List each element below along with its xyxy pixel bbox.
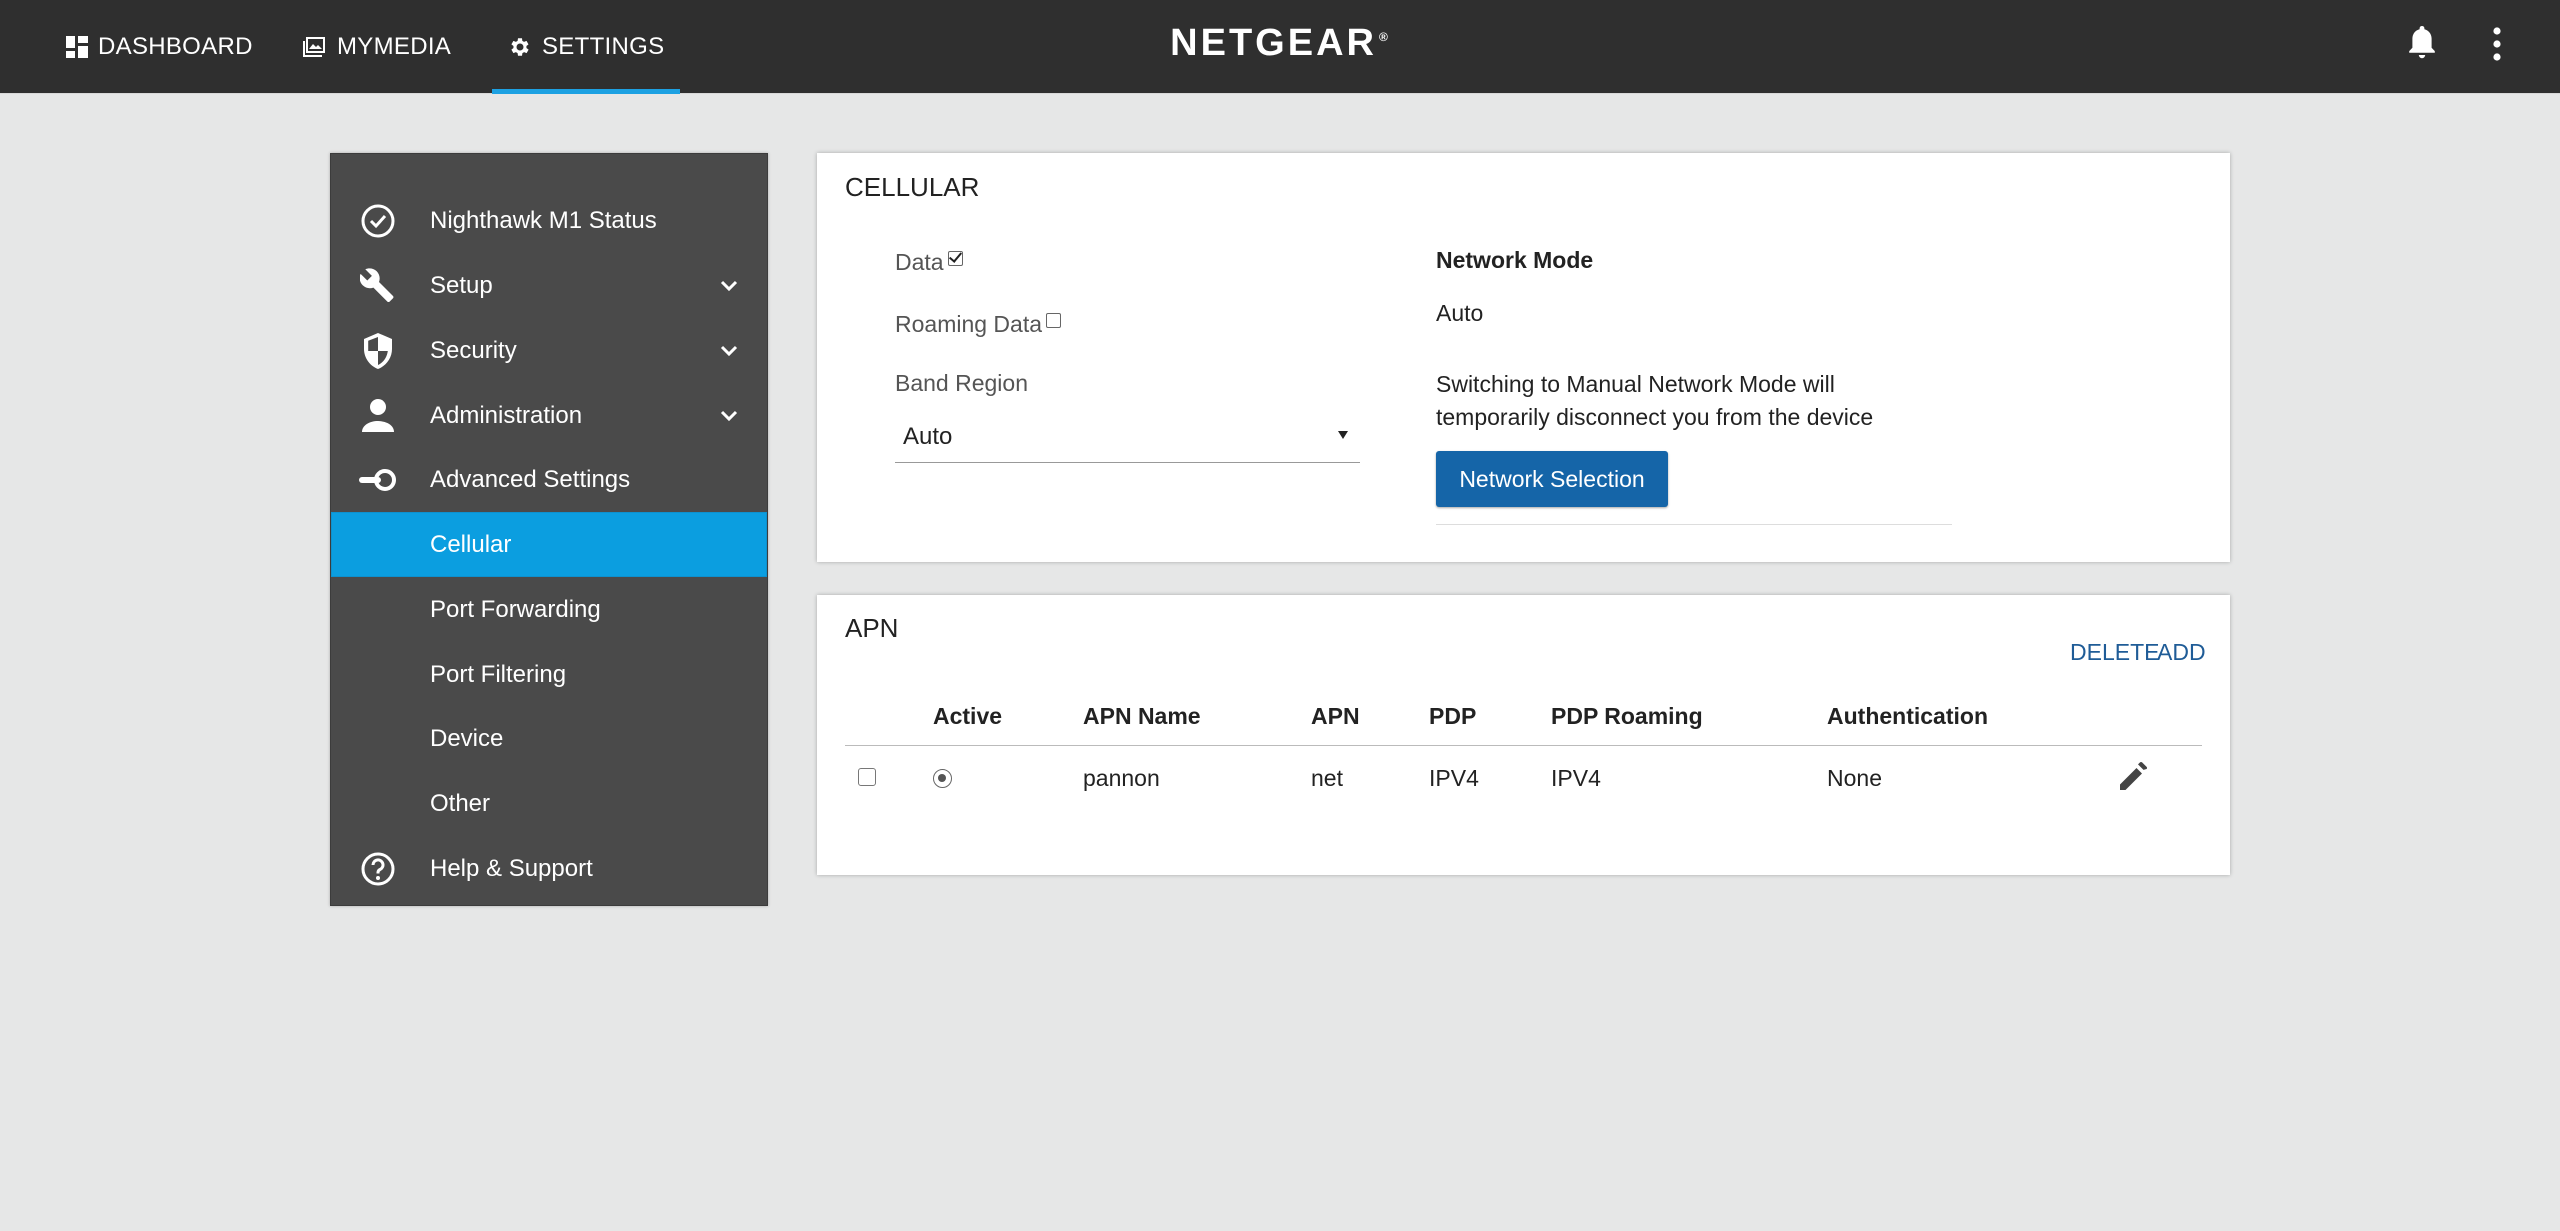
person-icon — [359, 397, 397, 435]
sidebar-item-administration[interactable]: Administration — [331, 383, 767, 448]
network-selection-button[interactable]: Network Selection — [1436, 451, 1668, 507]
sidebar-item-label: Other — [430, 789, 491, 817]
sidebar-item-device[interactable]: Device — [331, 706, 767, 771]
tab-dashboard[interactable]: DASHBOARD — [66, 0, 253, 94]
sidebar-item-advanced-settings[interactable]: Advanced Settings — [331, 447, 767, 512]
sidebar-item-label: Security — [430, 336, 517, 364]
sidebar-item-label: Nighthawk M1 Status — [430, 206, 657, 234]
add-apn-link[interactable]: ADD — [2157, 639, 2206, 666]
col-header-active[interactable]: Active — [933, 703, 1002, 730]
toggle-icon — [359, 461, 397, 499]
sidebar-item-label: Administration — [430, 401, 583, 429]
sidebar-item-label: Advanced Settings — [430, 465, 631, 493]
row-select-checkbox[interactable] — [858, 768, 876, 786]
network-mode-warning-line1: Switching to Manual Network Mode will — [1436, 371, 1835, 397]
cell-pdp: IPV4 — [1429, 765, 1479, 791]
sidebar-item-setup[interactable]: Setup — [331, 253, 767, 318]
apn-panel — [817, 595, 2230, 875]
chevron-down-icon[interactable] — [717, 404, 741, 428]
dropdown-arrow-icon — [1338, 431, 1348, 439]
settings-sidebar: Nighthawk M1 Status Setup Security Admin… — [330, 153, 768, 906]
table-header-divider — [845, 745, 2202, 746]
brand-mark: ® — [1378, 30, 1388, 44]
wrench-icon — [359, 267, 397, 305]
apn-title: APN — [845, 613, 899, 643]
band-region-value: Auto — [903, 423, 953, 450]
col-header-apn-name[interactable]: APN Name — [1083, 703, 1201, 730]
tab-settings[interactable]: SETTINGS — [491, 0, 681, 94]
check-circle-icon — [359, 202, 397, 240]
sidebar-item-other[interactable]: Other — [331, 771, 767, 836]
dashboard-icon — [66, 36, 88, 58]
tab-dashboard-label: DASHBOARD — [98, 33, 253, 60]
top-nav-bar: DASHBOARD MYMEDIA SETTINGS NETGEAR ® — [0, 0, 2560, 94]
more-vert-icon[interactable] — [2490, 26, 2504, 62]
bell-icon[interactable] — [2406, 26, 2438, 62]
data-toggle[interactable]: Data — [895, 249, 963, 276]
col-header-authentication[interactable]: Authentication — [1827, 703, 1988, 730]
network-mode-warning-line2: temporarily disconnect you from the devi… — [1436, 404, 1874, 430]
band-region-label: Band Region — [895, 370, 1028, 396]
cellular-title: CELLULAR — [845, 172, 980, 202]
cell-pdp-roaming: IPV4 — [1551, 765, 1601, 791]
netgear-logo: NETGEAR ® — [1168, 18, 1390, 68]
cell-authentication: None — [1827, 765, 1882, 791]
sidebar-item-cellular[interactable]: Cellular — [331, 512, 767, 577]
tab-mymedia[interactable]: MYMEDIA — [303, 0, 451, 94]
cell-apn: net — [1311, 765, 1343, 791]
cell-apn-name: pannon — [1083, 765, 1160, 791]
network-mode-label: Network Mode — [1436, 247, 1594, 273]
sidebar-item-status[interactable]: Nighthawk M1 Status — [331, 188, 767, 253]
edit-pencil-icon[interactable] — [2117, 760, 2149, 792]
band-region-select[interactable]: Auto — [895, 405, 1360, 463]
sidebar-item-help-support[interactable]: Help & Support — [331, 836, 767, 901]
col-header-pdp-roaming[interactable]: PDP Roaming — [1551, 703, 1703, 730]
brand-name: NETGEAR — [1170, 21, 1377, 64]
sidebar-item-label: Help & Support — [430, 854, 593, 882]
sidebar-item-port-forwarding[interactable]: Port Forwarding — [331, 577, 767, 642]
roaming-data-label: Roaming Data — [895, 311, 1043, 337]
data-label: Data — [895, 249, 944, 275]
gear-icon — [511, 38, 529, 56]
data-checkbox[interactable] — [947, 251, 963, 266]
tab-settings-label: SETTINGS — [542, 33, 665, 60]
sidebar-item-label: Cellular — [430, 530, 512, 558]
sidebar-item-label: Setup — [430, 271, 493, 299]
chevron-down-icon[interactable] — [717, 339, 741, 363]
sidebar-item-security[interactable]: Security — [331, 318, 767, 383]
shield-icon — [359, 332, 397, 370]
col-header-pdp[interactable]: PDP — [1429, 703, 1476, 730]
sidebar-item-label: Device — [430, 724, 504, 752]
roaming-data-checkbox[interactable] — [1046, 313, 1062, 328]
sidebar-item-port-filtering[interactable]: Port Filtering — [331, 642, 767, 707]
help-circle-icon — [359, 850, 397, 888]
sidebar-item-label: Port Filtering — [430, 660, 567, 688]
tab-mymedia-label: MYMEDIA — [337, 33, 452, 60]
network-mode-value: Auto — [1436, 300, 1484, 326]
chevron-down-icon[interactable] — [717, 274, 741, 298]
sidebar-item-label: Port Forwarding — [430, 595, 601, 623]
network-mode-divider — [1436, 524, 1952, 525]
col-header-apn[interactable]: APN — [1311, 703, 1360, 730]
roaming-data-toggle[interactable]: Roaming Data — [895, 311, 1062, 338]
media-icon — [303, 37, 325, 57]
row-active-radio[interactable] — [933, 769, 952, 788]
delete-apn-link[interactable]: DELETE — [2070, 639, 2159, 666]
